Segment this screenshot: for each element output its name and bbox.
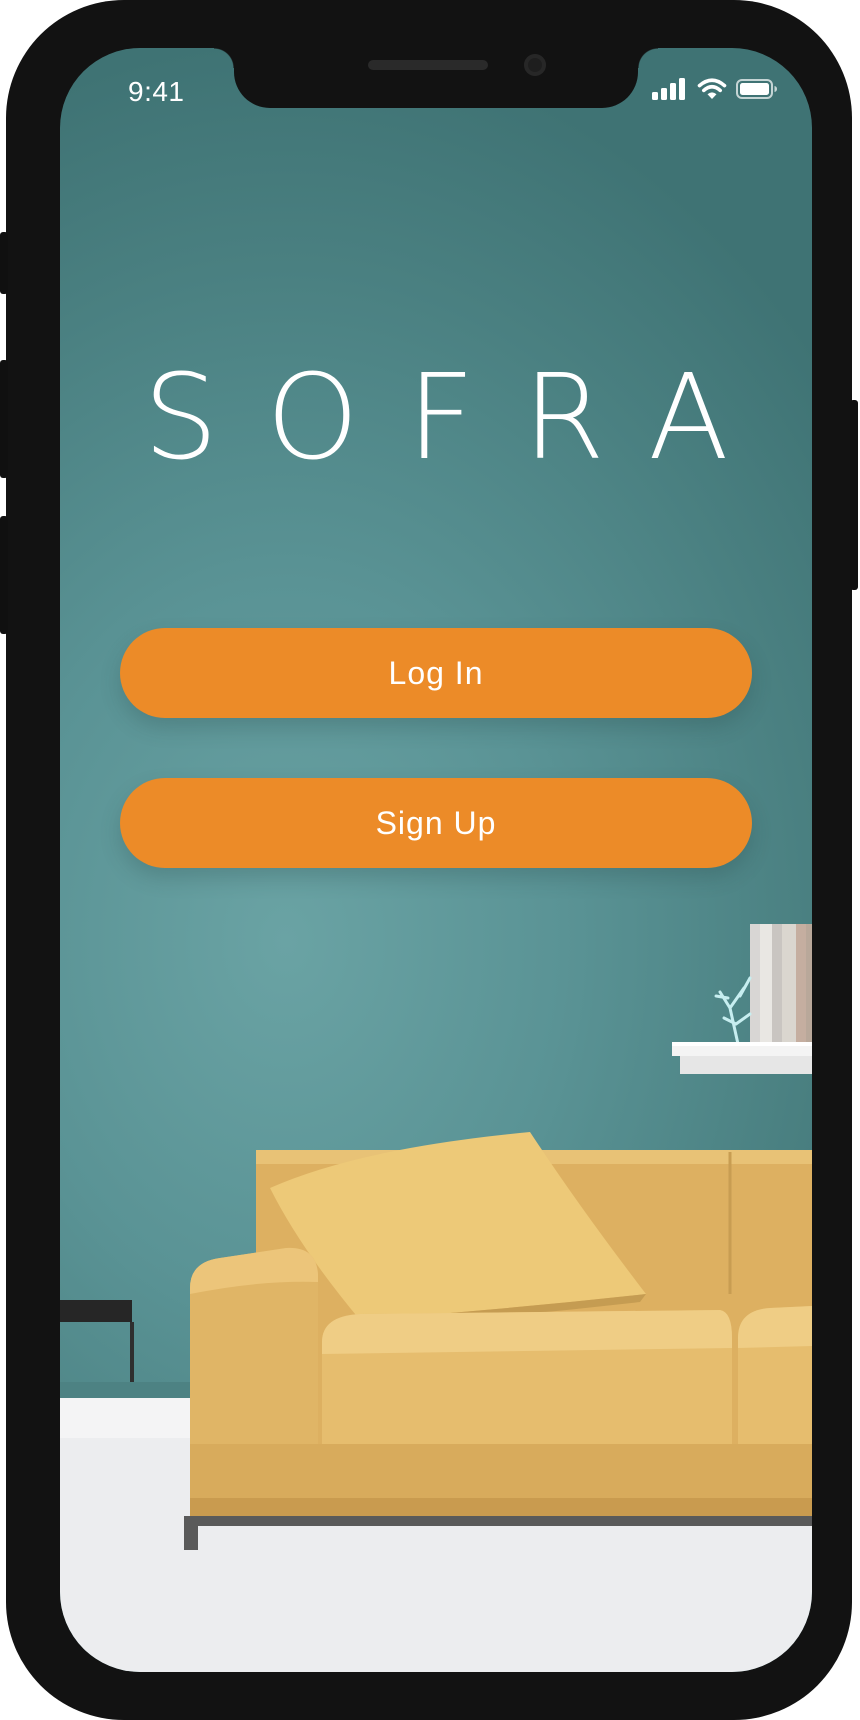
wall-shelf	[672, 924, 812, 1074]
app-screen: 9:41 SOFRA Log In Sign Up	[60, 48, 812, 1672]
yellow-sofa	[184, 1132, 812, 1550]
cellular-signal-icon	[652, 78, 685, 100]
front-camera	[524, 54, 546, 76]
phone-frame: 9:41 SOFRA Log In Sign Up	[0, 0, 858, 1720]
camera-notch	[214, 48, 658, 108]
mute-switch	[0, 232, 8, 294]
power-button	[850, 400, 858, 590]
wifi-icon	[697, 78, 727, 99]
earpiece-speaker	[368, 60, 488, 70]
signup-button[interactable]: Sign Up	[120, 778, 752, 868]
status-bar-icons	[652, 78, 778, 100]
volume-up-button	[0, 360, 8, 478]
volume-down-button	[0, 516, 8, 634]
app-title: SOFRA	[143, 348, 777, 486]
status-bar-time: 9:41	[128, 76, 185, 107]
battery-icon	[736, 79, 777, 99]
login-button[interactable]: Log In	[120, 628, 752, 718]
